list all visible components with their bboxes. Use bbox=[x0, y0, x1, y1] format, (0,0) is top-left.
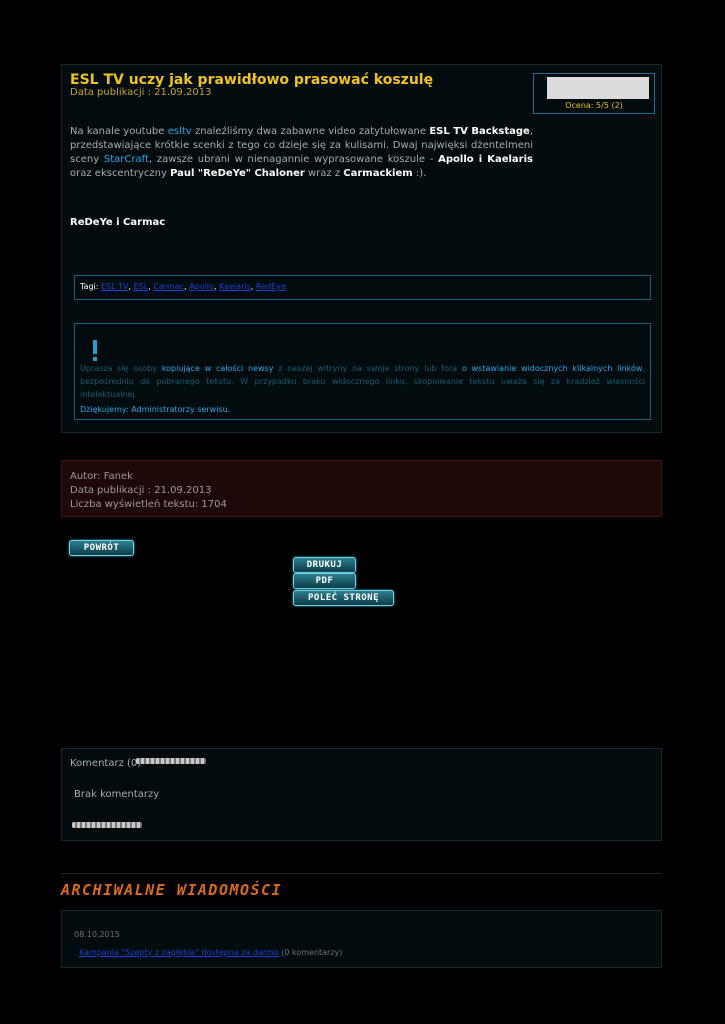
tags-label: Tagi: bbox=[80, 282, 99, 291]
rating-text: Ocena: 5/5 (2) bbox=[565, 101, 623, 110]
archive-link[interactable]: Kampania "Szepty z zagłębia" dostępna za… bbox=[79, 948, 279, 957]
archive-date: 08.10.2015 bbox=[74, 930, 120, 939]
intro-text: Na kanale youtube bbox=[70, 126, 168, 137]
exclamation-icon bbox=[91, 340, 99, 362]
rating-stars[interactable] bbox=[547, 77, 649, 99]
author-name: Autor: Fanek bbox=[70, 471, 133, 482]
intro-text: , zawsze ubrani w nienagannie wyprasowan… bbox=[148, 154, 439, 165]
intro-text: znaleźliśmy dwa zabawne video zatytułowa… bbox=[191, 126, 430, 137]
notice-part: z naszej witryny na swoje strony lub for… bbox=[273, 364, 462, 373]
tag-link[interactable]: ESL TV bbox=[101, 282, 129, 291]
no-comments: Brak komentarzy bbox=[74, 789, 160, 800]
tag-link[interactable]: Carmac bbox=[153, 282, 184, 291]
archive-heading: ARCHIWALNE WIADOMOŚCI bbox=[61, 881, 283, 899]
pdf-button[interactable]: PDF bbox=[293, 573, 356, 589]
comments-count: Komentarz (0) bbox=[70, 758, 142, 769]
copyright-notice: Uprasza się osoby kopiujące w całości ne… bbox=[74, 323, 651, 420]
notice-highlight: kopiujące w całości newsy bbox=[161, 364, 274, 373]
author-panel: Autor: Fanek Data publikacji : 21.09.201… bbox=[61, 460, 662, 517]
article-intro: Na kanale youtube esltv znaleźliśmy dwa … bbox=[70, 125, 533, 181]
recommend-button[interactable]: POLEĆ STRONĘ bbox=[293, 590, 394, 606]
article-panel: ESL TV uczy jak prawidłowo prasować kosz… bbox=[61, 64, 662, 433]
tag-link[interactable]: ESL bbox=[134, 282, 149, 291]
starcraft-link[interactable]: StarCraft bbox=[104, 154, 149, 165]
notice-highlight: o wstawianie widocznych klikalnych linkó… bbox=[461, 364, 643, 373]
intro-bold: Paul "ReDeYe" Chaloner bbox=[170, 168, 305, 179]
video-subheading: ReDeYe i Carmac bbox=[70, 217, 166, 228]
notice-text: Uprasza się osoby kopiujące w całości ne… bbox=[80, 362, 645, 401]
intro-text: oraz ekscentryczny bbox=[70, 168, 171, 179]
divider-ornament-icon bbox=[136, 758, 206, 764]
print-button[interactable]: DRUKUJ bbox=[293, 557, 356, 573]
notice-thanks: Dziękujemy: Administratorzy serwisu. bbox=[80, 405, 231, 414]
archive-item: Kampania "Szepty z zagłębia" dostępna za… bbox=[79, 948, 342, 957]
divider-ornament-icon bbox=[72, 822, 142, 828]
section-divider bbox=[61, 873, 662, 874]
comments-panel: Komentarz (0) Brak komentarzy bbox=[61, 748, 662, 841]
intro-bold: Apollo i Kaelaris bbox=[438, 154, 533, 165]
rating-box: Ocena: 5/5 (2) bbox=[533, 73, 655, 114]
intro-text: wraz z bbox=[304, 168, 344, 179]
article-title: ESL TV uczy jak prawidłowo prasować kosz… bbox=[70, 72, 434, 88]
tag-link[interactable]: Kaelaris bbox=[219, 282, 251, 291]
tags-box: Tagi: ESL TV, ESL, Carmac, Apollo, Kaela… bbox=[74, 275, 651, 300]
view-count: Liczba wyświetleń tekstu: 1704 bbox=[70, 499, 227, 510]
intro-bold: Carmackiem bbox=[343, 168, 413, 179]
back-button[interactable]: POWRÓT bbox=[69, 540, 134, 556]
author-pubdate: Data publikacji : 21.09.2013 bbox=[70, 485, 212, 496]
esltv-link[interactable]: esltv bbox=[168, 126, 192, 137]
notice-part: Uprasza się osoby bbox=[80, 364, 162, 373]
archive-panel: 08.10.2015 Kampania "Szepty z zagłębia" … bbox=[61, 910, 662, 968]
archive-comment-count: (0 komentarzy) bbox=[278, 948, 343, 957]
intro-text: :). bbox=[412, 168, 427, 179]
tag-link[interactable]: RedEye bbox=[256, 282, 286, 291]
article-pubdate: Data publikacji : 21.09.2013 bbox=[70, 87, 212, 98]
intro-bold: ESL TV Backstage bbox=[429, 126, 530, 137]
tag-link[interactable]: Apollo bbox=[189, 282, 214, 291]
